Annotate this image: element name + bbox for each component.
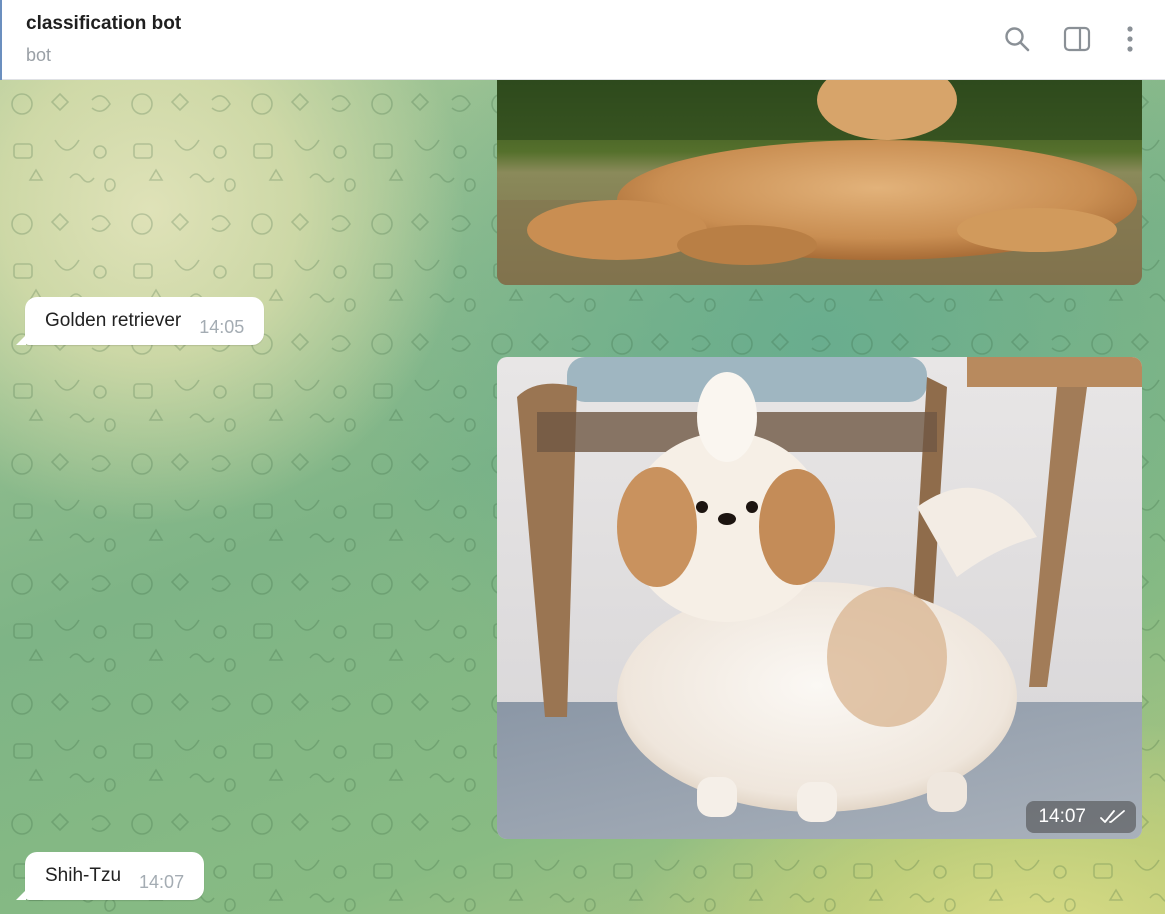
message-text: Golden retriever	[45, 310, 182, 331]
message-time: 14:05	[199, 316, 245, 337]
chat-title[interactable]: classification bot	[26, 13, 181, 35]
more-options-button[interactable]	[1113, 22, 1147, 56]
photo-time-text: 14:07	[1038, 806, 1086, 827]
photo-timestamp: 14:07	[1026, 801, 1136, 833]
message-time: 14:07	[139, 871, 185, 892]
double-check-read-icon	[1100, 810, 1125, 823]
shih-tzu-image	[497, 357, 1142, 839]
search-button[interactable]	[1000, 22, 1034, 56]
search-icon	[1005, 27, 1030, 52]
chat-area[interactable]: Golden retriever 14:05 14:07 Shih-Tzu 14…	[0, 80, 1165, 914]
bubble-tail	[16, 890, 26, 900]
dog-photo-shih-tzu[interactable]: 14:07	[497, 357, 1142, 839]
message-text: Shih-Tzu	[45, 865, 122, 886]
more-vertical-icon	[1127, 26, 1133, 52]
sidebar-toggle-button[interactable]	[1060, 22, 1094, 56]
bubble-tail	[16, 335, 26, 345]
incoming-message-bubble[interactable]: Shih-Tzu 14:07	[16, 852, 205, 900]
dog-photo-golden-retriever[interactable]	[497, 80, 1142, 285]
sidebar-toggle-icon	[1063, 26, 1091, 52]
golden-retriever-image	[497, 80, 1142, 285]
chat-subtitle: bot	[26, 45, 52, 65]
incoming-message-bubble[interactable]: Golden retriever 14:05	[16, 297, 265, 345]
chat-header: classification bot bot	[0, 0, 1165, 80]
window-edge	[0, 0, 2, 80]
